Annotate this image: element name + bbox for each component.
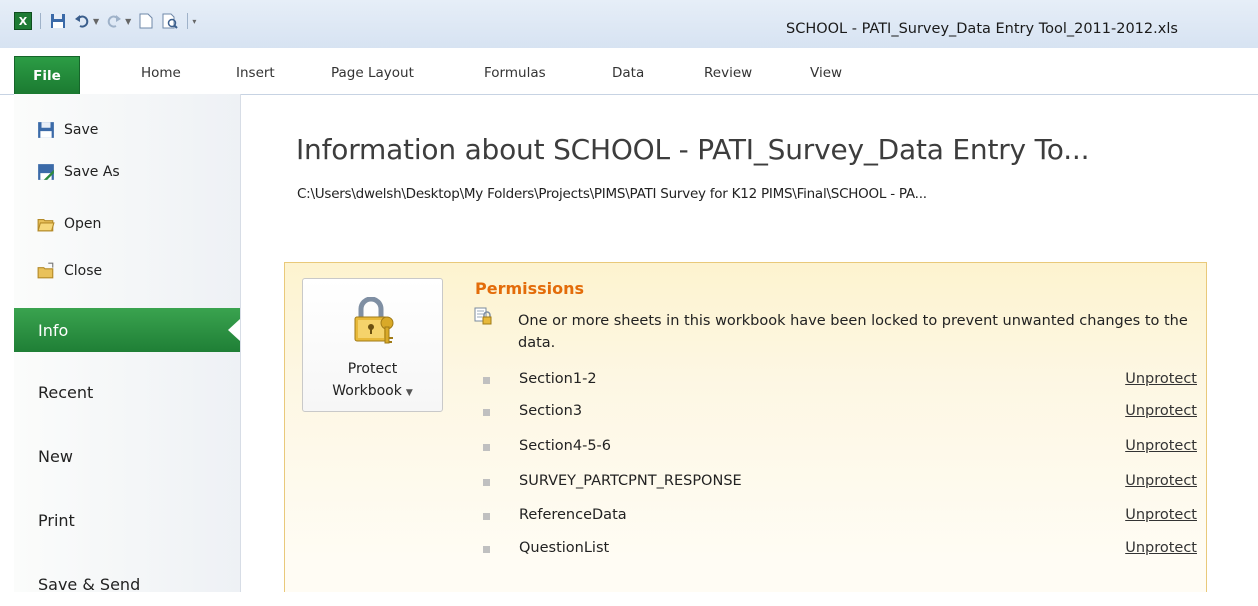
qat-divider: [40, 13, 41, 29]
unprotect-link[interactable]: Unprotect: [1125, 540, 1197, 556]
nav-save[interactable]: Save: [14, 114, 234, 146]
sheet-name: Section3: [519, 403, 583, 419]
locked-sheets-icon: [474, 307, 492, 325]
sheet-name: Section1-2: [519, 371, 597, 387]
bullet-icon: [483, 444, 490, 451]
protect-workbook-button[interactable]: Protect Workbook ▼: [302, 278, 443, 412]
sheet-name: Section4-5-6: [519, 438, 612, 454]
qat-divider: [187, 13, 189, 29]
info-title: Information about SCHOOL - PATI_Survey_D…: [296, 133, 1090, 166]
ribbon-tabs: File Home Insert Page Layout Formulas Da…: [0, 48, 1258, 95]
lock-key-icon: [354, 297, 394, 344]
nav-save-label: Save: [64, 122, 99, 138]
unprotect-link[interactable]: Unprotect: [1125, 403, 1197, 419]
list-item: ReferenceData Unprotect: [475, 507, 1197, 527]
redo-dropdown-icon[interactable]: ▼: [125, 17, 131, 26]
tab-data[interactable]: Data: [612, 65, 644, 81]
permissions-heading: Permissions: [475, 279, 585, 298]
sheet-name: SURVEY_PARTCPNT_RESPONSE: [519, 473, 742, 489]
save-as-icon: [36, 162, 56, 182]
quick-access-toolbar: X ▼ ▼ ▾: [14, 12, 196, 30]
unprotect-link[interactable]: Unprotect: [1125, 371, 1197, 387]
nav-close-label: Close: [64, 263, 103, 279]
unprotect-link[interactable]: Unprotect: [1125, 507, 1197, 523]
redo-icon[interactable]: [105, 12, 123, 30]
file-path[interactable]: C:\Users\dwelsh\Desktop\My Folders\Proje…: [297, 186, 927, 202]
nav-save-send[interactable]: Save & Send: [14, 562, 240, 606]
tab-view[interactable]: View: [810, 65, 842, 81]
print-preview-icon[interactable]: [161, 12, 179, 30]
window-title: SCHOOL - PATI_Survey_Data Entry Tool_201…: [786, 21, 1178, 37]
nav-open[interactable]: Open: [14, 208, 234, 240]
tab-home[interactable]: Home: [141, 65, 181, 81]
tab-page-layout[interactable]: Page Layout: [331, 65, 414, 81]
nav-save-as[interactable]: Save As: [14, 156, 234, 188]
sheet-name: QuestionList: [519, 540, 610, 556]
open-folder-icon: [36, 214, 56, 234]
list-item: Section4-5-6 Unprotect: [475, 438, 1197, 458]
list-item: SURVEY_PARTCPNT_RESPONSE Unprotect: [475, 473, 1197, 493]
protect-label: Protect: [347, 361, 398, 377]
tab-insert[interactable]: Insert: [236, 65, 275, 81]
unprotect-link[interactable]: Unprotect: [1125, 438, 1197, 454]
nav-print[interactable]: Print: [14, 498, 240, 542]
chevron-down-icon: ▼: [405, 388, 413, 398]
new-document-icon[interactable]: [137, 12, 155, 30]
customize-qat-icon[interactable]: ▾: [192, 17, 196, 26]
undo-icon[interactable]: [73, 12, 91, 30]
nav-close[interactable]: Close: [14, 255, 234, 287]
list-item: Section3 Unprotect: [475, 403, 1197, 423]
bullet-icon: [483, 479, 490, 486]
permissions-panel: Protect Workbook ▼ Permissions One or mor…: [284, 262, 1207, 592]
backstage-nav: Save Save As Open Close Info Recent New …: [14, 94, 241, 594]
list-item: Section1-2 Unprotect: [475, 371, 1197, 391]
nav-open-label: Open: [64, 216, 102, 232]
tab-file[interactable]: File: [14, 56, 80, 94]
tab-review[interactable]: Review: [704, 65, 752, 81]
sheet-name: ReferenceData: [519, 507, 627, 523]
nav-save-as-label: Save As: [64, 164, 120, 180]
nav-recent[interactable]: Recent: [14, 370, 240, 414]
workbook-label: Workbook ▼: [303, 383, 442, 399]
undo-dropdown-icon[interactable]: ▼: [93, 17, 99, 26]
save-icon: [36, 120, 56, 140]
save-icon[interactable]: [49, 12, 67, 30]
permissions-description: One or more sheets in this workbook have…: [518, 313, 1188, 351]
unprotect-link[interactable]: Unprotect: [1125, 473, 1197, 489]
bullet-icon: [483, 546, 490, 553]
workbook-label-text: Workbook: [332, 383, 402, 399]
list-item: QuestionList Unprotect: [475, 540, 1197, 560]
nav-new[interactable]: New: [14, 434, 240, 478]
bullet-icon: [483, 377, 490, 384]
tab-formulas[interactable]: Formulas: [484, 65, 546, 81]
close-folder-icon: [36, 261, 56, 281]
title-bar: X ▼ ▼ ▾ SCHOOL - PATI_Survey_Data Entry …: [0, 0, 1258, 48]
excel-logo-icon[interactable]: X: [14, 12, 32, 30]
bullet-icon: [483, 409, 490, 416]
nav-info[interactable]: Info: [14, 308, 240, 352]
bullet-icon: [483, 513, 490, 520]
